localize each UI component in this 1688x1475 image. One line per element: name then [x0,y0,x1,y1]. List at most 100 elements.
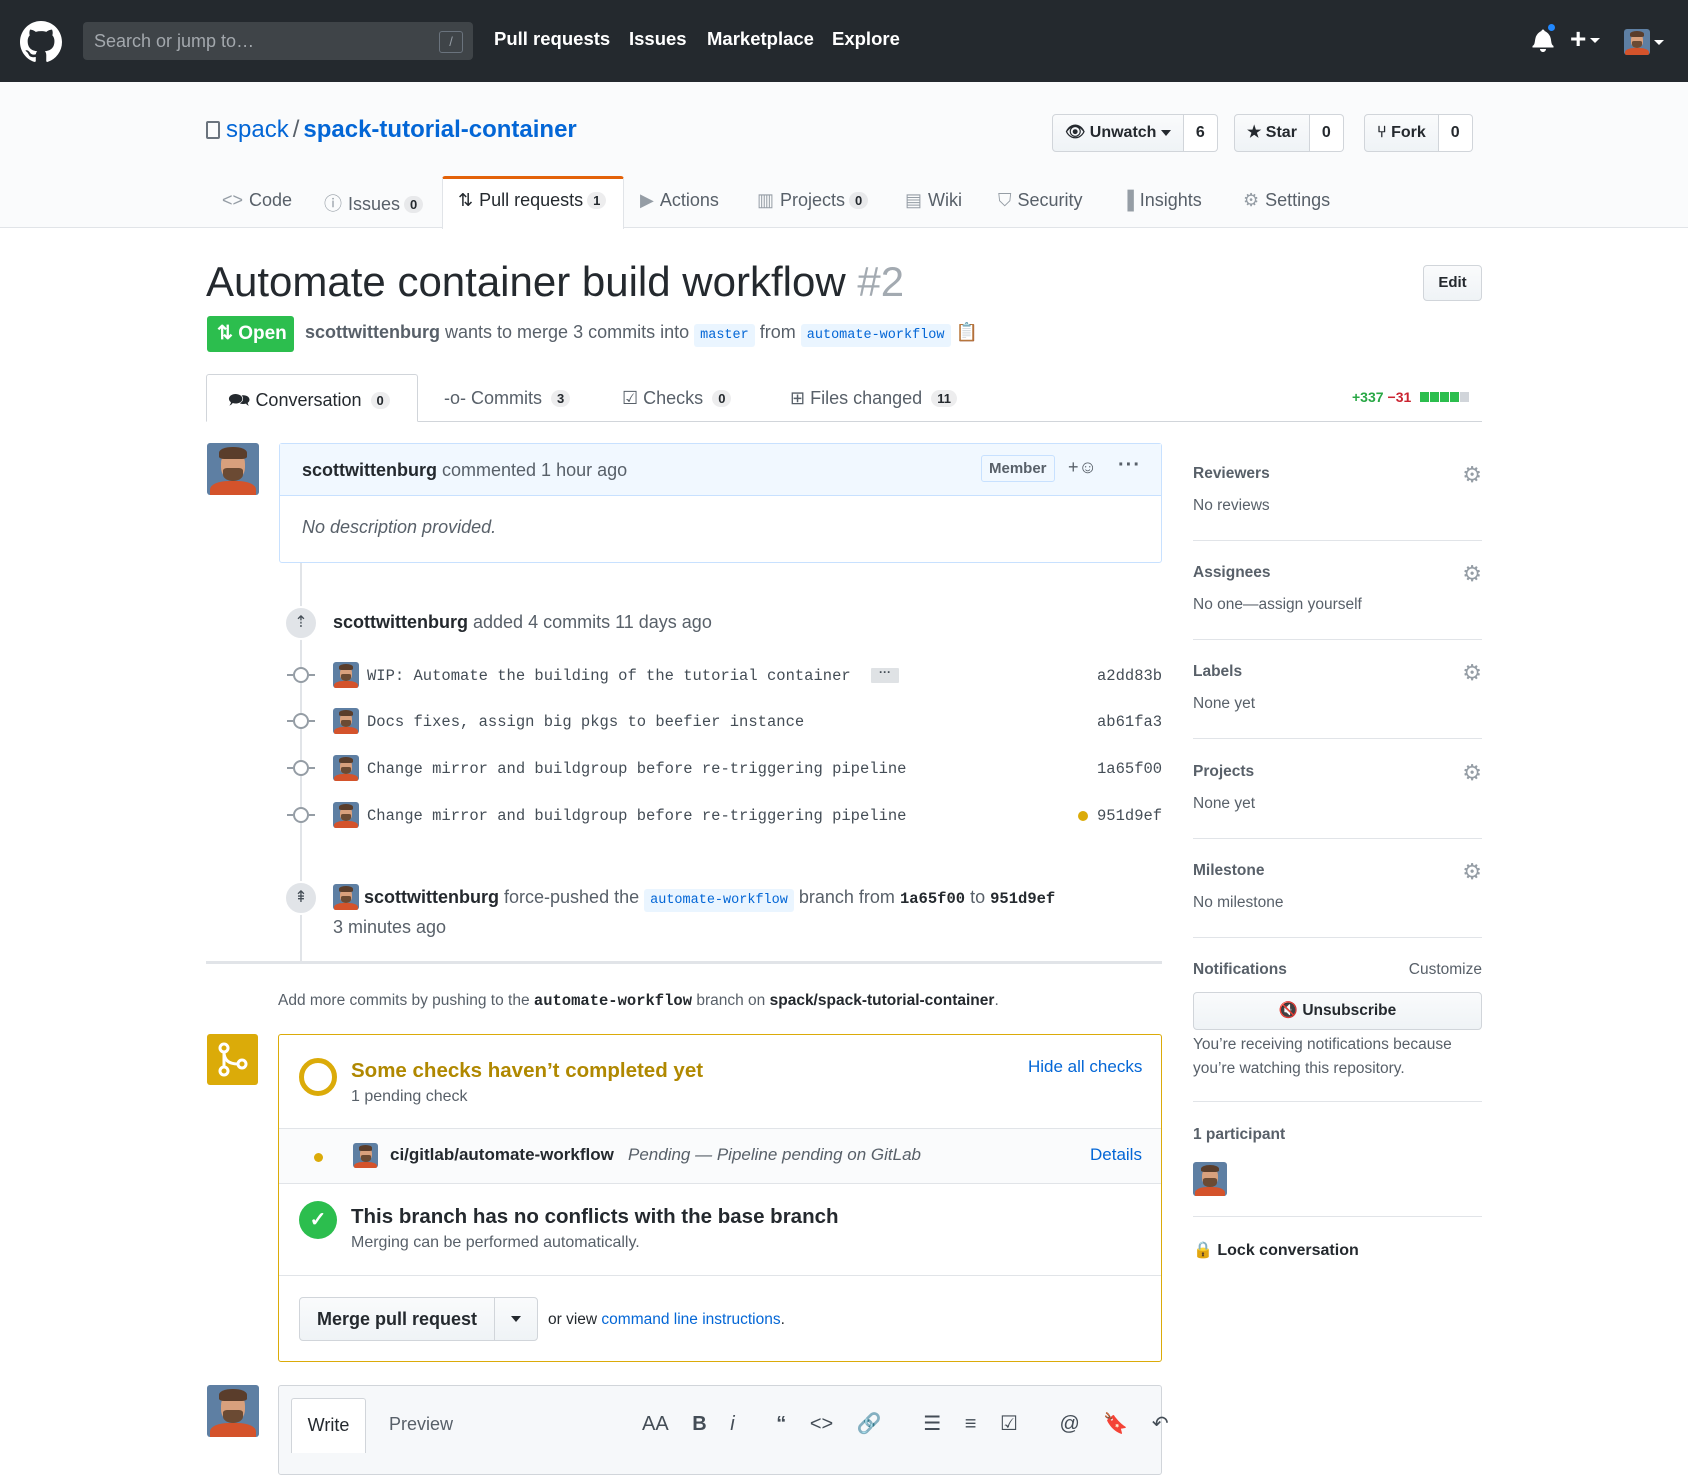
italic-icon[interactable]: i [730,1413,734,1436]
user-menu[interactable] [1624,29,1664,55]
watch-count[interactable]: 6 [1183,114,1218,152]
reply-icon[interactable]: ↶ [1152,1411,1169,1436]
tab-conversation[interactable]: 🗪 Conversation 0 [228,388,390,418]
base-branch[interactable]: master [694,324,755,347]
tab-write[interactable]: Write [291,1398,366,1453]
author-link[interactable]: scottwittenburg [302,460,437,480]
check-details-link[interactable]: Details [1090,1145,1142,1165]
comment-time[interactable]: commented 1 hour ago [442,460,627,480]
merge-method-dropdown[interactable] [494,1297,538,1341]
commit-sha[interactable]: ab61fa3 [1097,713,1162,731]
plus-icon: + [1570,23,1587,54]
quote-icon[interactable]: “ [776,1413,786,1436]
author-link[interactable]: scottwittenburg [333,612,468,632]
comment-meta: scottwittenburg commented 1 hour ago [302,460,627,481]
mention-icon[interactable]: @ [1059,1413,1079,1436]
star-button-group: ★ Star 0 [1234,114,1344,152]
nav-explore[interactable]: Explore [832,28,900,50]
more-options-icon[interactable]: ··· [1118,454,1141,477]
tab-preview[interactable]: Preview [389,1398,453,1450]
tab-files-changed[interactable]: ⊞ Files changed 11 [790,388,957,409]
customize-notifications-link[interactable]: Customize [1409,961,1482,979]
edit-title-button[interactable]: Edit [1423,265,1482,301]
commit-message[interactable]: Docs fixes, assign big pkgs to beefier i… [367,713,804,731]
fork-count[interactable]: 0 [1438,114,1473,152]
commit-message[interactable]: WIP: Automate the building of the tutori… [367,667,851,685]
git-commit-icon [287,667,315,683]
sidebar-value: None yet [1193,695,1256,712]
text-size-icon[interactable]: AA [642,1413,669,1436]
pending-status-icon[interactable] [1078,811,1088,821]
link-icon[interactable]: 🔗 [857,1411,882,1436]
author-link[interactable]: scottwittenburg [305,322,440,342]
clipboard-icon[interactable]: 📋 [956,322,978,342]
force-push-time[interactable]: 3 minutes ago [333,917,446,938]
star-button[interactable]: ★ Star [1234,114,1310,152]
avatar[interactable] [333,755,359,781]
gear-icon[interactable]: ⚙ [1462,662,1482,684]
expand-commit-button[interactable]: ··· [871,666,899,683]
avatar[interactable] [333,884,359,910]
create-new-menu[interactable]: + [1570,23,1601,54]
tab-issues[interactable]: ⓘ Issues 0 [324,190,424,216]
fork-button[interactable]: ⑂ Fork [1364,114,1439,152]
commit-sha[interactable]: 1a65f00 [900,890,965,908]
diffstat[interactable]: +337 −31 [1352,389,1470,405]
add-reaction-icon[interactable]: +☺ [1068,457,1097,478]
commit-sha[interactable]: 951d9ef [990,890,1055,908]
tab-settings[interactable]: ⚙ Settings [1243,190,1330,211]
repo-name-link[interactable]: spack-tutorial-container [303,116,576,143]
sidebar-value[interactable]: No one—assign yourself [1193,596,1362,614]
github-logo-icon[interactable] [20,21,62,63]
tab-actions[interactable]: ▶ Actions [640,190,719,211]
tab-security[interactable]: ⛉ Security [998,190,1083,211]
gear-icon[interactable]: ⚙ [1462,762,1482,784]
lock-conversation-button[interactable]: 🔒 Lock conversation [1193,1240,1359,1260]
hide-checks-link[interactable]: Hide all checks [1028,1057,1142,1077]
tab-projects[interactable]: ▥ Projects 0 [757,190,869,211]
commit-message[interactable]: Change mirror and buildgroup before re-t… [367,807,907,825]
author-link[interactable]: scottwittenburg [364,887,499,907]
head-branch[interactable]: automate-workflow [800,324,951,347]
avatar[interactable] [207,443,259,495]
unwatch-button[interactable]: 👁 Unwatch [1052,114,1184,152]
sidebar-title: Milestone [1193,862,1265,879]
tab-commits[interactable]: -o- Commits 3 [444,388,571,409]
avatar[interactable] [333,708,359,734]
star-count[interactable]: 0 [1309,114,1344,152]
nav-marketplace[interactable]: Marketplace [707,28,814,50]
fork-icon: ⑂ [1377,124,1387,141]
pending-status-icon [314,1153,323,1162]
tab-code[interactable]: <> Code [222,190,292,211]
gear-icon[interactable]: ⚙ [1462,861,1482,883]
nav-issues[interactable]: Issues [629,28,687,50]
repo-owner-link[interactable]: spack [226,116,289,143]
nav-pull-requests[interactable]: Pull requests [494,28,610,50]
gear-icon[interactable]: ⚙ [1462,563,1482,585]
command-line-instructions-link[interactable]: command line instructions [601,1311,780,1328]
bookmark-icon[interactable]: 🔖 [1103,1411,1128,1436]
gear-icon[interactable]: ⚙ [1462,464,1482,486]
task-list-icon[interactable]: ☑ [1000,1411,1018,1436]
search-input[interactable]: Search or jump to… / [83,22,473,60]
avatar[interactable] [333,802,359,828]
unordered-list-icon[interactable]: ☰ [923,1411,941,1436]
avatar[interactable] [333,662,359,688]
ordered-list-icon[interactable]: ≡ [965,1413,977,1436]
avatar[interactable] [1193,1162,1227,1196]
unsubscribe-button[interactable]: 🔇 Unsubscribe [1193,992,1482,1030]
branch-name[interactable]: automate-workflow [644,889,794,912]
sidebar-title: Projects [1193,763,1255,780]
commit-sha[interactable]: 1a65f00 [1097,760,1162,778]
status-check-row: ci/gitlab/automate-workflow Pending — Pi… [279,1129,1161,1183]
tab-wiki[interactable]: ▤ Wiki [905,190,962,211]
commit-message[interactable]: Change mirror and buildgroup before re-t… [367,760,907,778]
tab-pull-requests[interactable]: ⇅ Pull requests 1 [458,190,607,211]
commit-sha[interactable]: a2dd83b [1097,667,1162,685]
commit-sha[interactable]: 951d9ef [1097,807,1162,825]
bold-icon[interactable]: B [692,1413,706,1436]
merge-pull-request-button[interactable]: Merge pull request [299,1297,495,1341]
tab-checks[interactable]: ☑ Checks 0 [622,388,732,409]
tab-insights[interactable]: ▐ Insights [1121,190,1202,211]
code-icon[interactable]: <> [810,1413,833,1436]
